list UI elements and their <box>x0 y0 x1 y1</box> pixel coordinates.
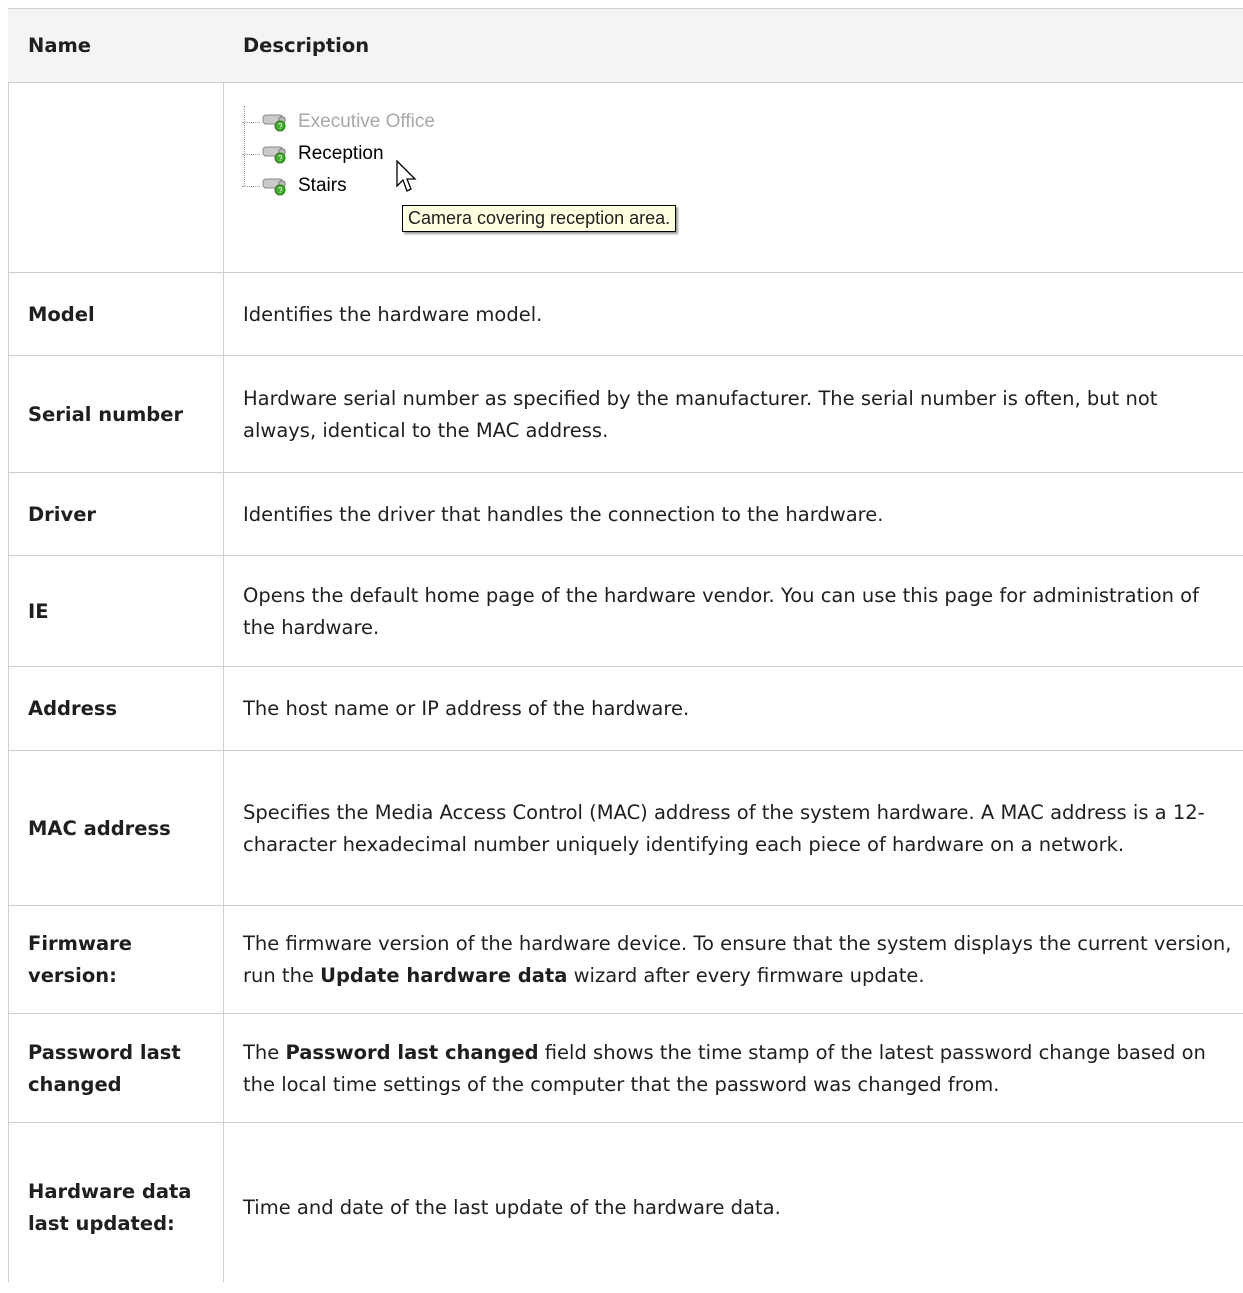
row-name: Serial number <box>28 402 184 426</box>
table-row: Hardware data last updated: Time and dat… <box>8 1122 1243 1293</box>
tree-item-stairs: ? Stairs <box>242 172 347 200</box>
row-description: Time and date of the last update of the … <box>243 1196 781 1219</box>
svg-text:?: ? <box>278 122 283 131</box>
mouse-cursor-icon <box>396 160 417 192</box>
svg-text:?: ? <box>278 154 283 163</box>
tree-item-label: Stairs <box>298 175 347 196</box>
svg-text:?: ? <box>278 186 283 195</box>
row-description: The host name or IP address of the hardw… <box>243 697 690 720</box>
row-name: Address <box>28 697 118 720</box>
row-description: The Password last changed field shows th… <box>243 1040 1206 1096</box>
row-description: Identifies the hardware model. <box>243 302 543 326</box>
table-header-row: Name Description <box>8 8 1243 83</box>
row-description: Specifies the Media Access Control (MAC)… <box>243 800 1205 856</box>
row-description: Identifies the driver that handles the c… <box>243 502 884 526</box>
tree-item-label: Executive Office <box>298 111 435 132</box>
table-row: MAC address Specifies the Media Access C… <box>8 750 1243 906</box>
table-row: Address The host name or IP address of t… <box>8 666 1243 751</box>
row-description: Hardware serial number as specified by t… <box>243 386 1158 442</box>
row-name: Firmware version: <box>28 932 132 987</box>
table-row: Firmware version: The firmware version o… <box>8 905 1243 1014</box>
camera-tree-screenshot: ? Executive Office ? Reception ? Stairs … <box>242 98 742 238</box>
row-description: Opens the default home page of the hardw… <box>243 583 1199 639</box>
table-row: Driver Identifies the driver that handle… <box>8 472 1243 556</box>
row-description: The firmware version of the hardware dev… <box>243 932 1232 987</box>
table-row: Model Identifies the hardware model. <box>8 272 1243 356</box>
row-name: Model <box>28 302 95 326</box>
table-row: Password last changed The Password last … <box>8 1013 1243 1123</box>
camera-icon: ? <box>262 114 286 132</box>
camera-icon: ? <box>262 146 286 164</box>
row-name: Driver <box>28 502 97 526</box>
row-name: Password last changed <box>28 1040 181 1096</box>
header-description: Description <box>243 34 370 57</box>
table-row: IE Opens the default home page of the ha… <box>8 555 1243 667</box>
header-name: Name <box>28 34 92 57</box>
camera-icon: ? <box>262 178 286 196</box>
table-row: Serial number Hardware serial number as … <box>8 355 1243 473</box>
tree-item-label: Reception <box>298 143 384 164</box>
tree-item-executive-office: ? Executive Office <box>242 108 435 136</box>
tooltip: Camera covering reception area. <box>402 205 677 232</box>
row-name: IE <box>28 599 49 623</box>
row-name: Hardware data last updated: <box>28 1180 192 1235</box>
row-name: MAC address <box>28 816 171 840</box>
tree-item-reception: ? Reception <box>242 140 384 168</box>
